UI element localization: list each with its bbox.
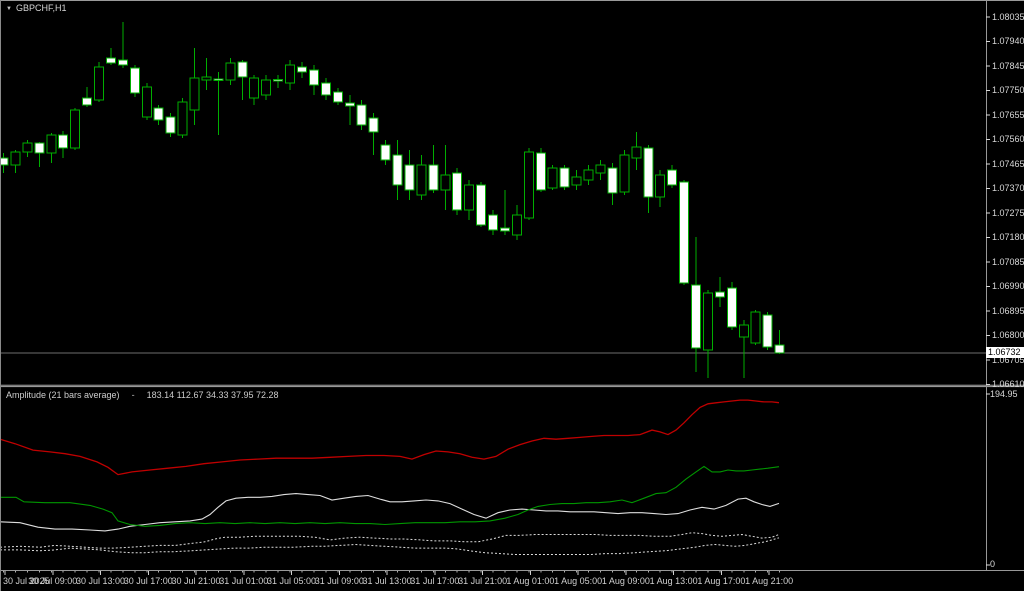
price-axis-label: 1.06800 (992, 330, 1024, 341)
time-axis-label: 1 Aug 17:00 (697, 576, 746, 586)
time-axis-label: 31 Jul 09:00 (314, 576, 364, 586)
window-border-top (0, 0, 1024, 1)
indicator-scale-max-label: 194.95 (990, 389, 1018, 399)
price-axis-label: 1.07845 (992, 60, 1024, 71)
time-axis-label: 30 Jul 17:00 (123, 576, 173, 586)
price-axis-label: 1.07560 (992, 134, 1024, 145)
price-axis-label: 1.08035 (992, 12, 1024, 22)
symbol-label: ▼ GBPCHF,H1 (6, 3, 66, 13)
price-axis-label: 1.07180 (992, 232, 1024, 243)
indicator-scale-min-label: 0 (990, 559, 996, 569)
indicator-name-label: Amplitude (21 bars average) (6, 390, 120, 400)
time-axis-label: 1 Aug 09:00 (601, 576, 650, 586)
indicator-lines-group (0, 399, 780, 555)
time-axis-label: 31 Jul 21:00 (458, 576, 508, 586)
price-axis-label: 1.06610 (992, 379, 1024, 390)
window-border-left (0, 0, 1, 591)
dashed-lower-line (0, 537, 780, 555)
indicator-header: Amplitude (21 bars average) - 183.14 112.6… (6, 390, 279, 400)
price-axis-label: 1.07370 (992, 183, 1024, 194)
time-axis-label: 31 Jul 05:00 (267, 576, 317, 586)
time-axis-label: 31 Jul 01:00 (219, 576, 269, 586)
time-axis-label: 30 Jul 21:00 (171, 576, 221, 586)
time-axis-label: 31 Jul 17:00 (410, 576, 460, 586)
price-axis-label: 1.07655 (992, 109, 1024, 120)
price-axis-label: 1.07465 (992, 158, 1024, 169)
price-axis-ticks (986, 0, 990, 570)
time-axis-label: 30 Jul 13:00 (75, 576, 126, 586)
time-axis-label: 1 Aug 21:00 (745, 576, 794, 586)
pane-splitter-shadow (0, 384, 1024, 386)
time-axis-label: 1 Aug 05:00 (554, 576, 603, 586)
pane-splitter[interactable] (0, 385, 1024, 388)
price-axis-label: 1.06895 (992, 305, 1024, 316)
symbol-timeframe-label: GBPCHF,H1 (15, 3, 67, 13)
price-axis-label: 1.07085 (992, 256, 1024, 267)
indicator-values-label: 183.14 112.67 34.33 37.95 72.28 (146, 390, 279, 400)
time-axis-label: 1 Aug 13:00 (649, 576, 698, 586)
time-axis-ticks (3, 571, 781, 575)
dashed-upper-line (0, 532, 780, 549)
red-line (0, 399, 780, 476)
indicator-separator: - (131, 390, 135, 400)
green-line (0, 465, 780, 527)
candles-group (0, 21, 785, 378)
candlestick-chart-surface[interactable] (0, 0, 1024, 591)
current-price-badge: 1.06732 (986, 347, 1024, 359)
price-axis-label: 1.07940 (992, 36, 1024, 47)
time-axis-label: 1 Aug 01:00 (506, 576, 555, 586)
time-axis-label: 30 Jul 09:00 (28, 576, 78, 586)
price-axis-label: 1.07275 (992, 207, 1024, 218)
time-axis-separator (0, 570, 1024, 571)
chevron-down-icon[interactable]: ▼ (6, 6, 12, 12)
time-axis-label: 31 Jul 13:00 (362, 576, 412, 586)
trading-terminal-chart-window: ▼ GBPCHF,H1 Amplitude (21 bars average) - 1… (0, 0, 1024, 591)
white-line (0, 493, 780, 532)
price-axis-label: 1.07750 (992, 85, 1024, 96)
price-axis-label: 1.06990 (992, 281, 1024, 292)
